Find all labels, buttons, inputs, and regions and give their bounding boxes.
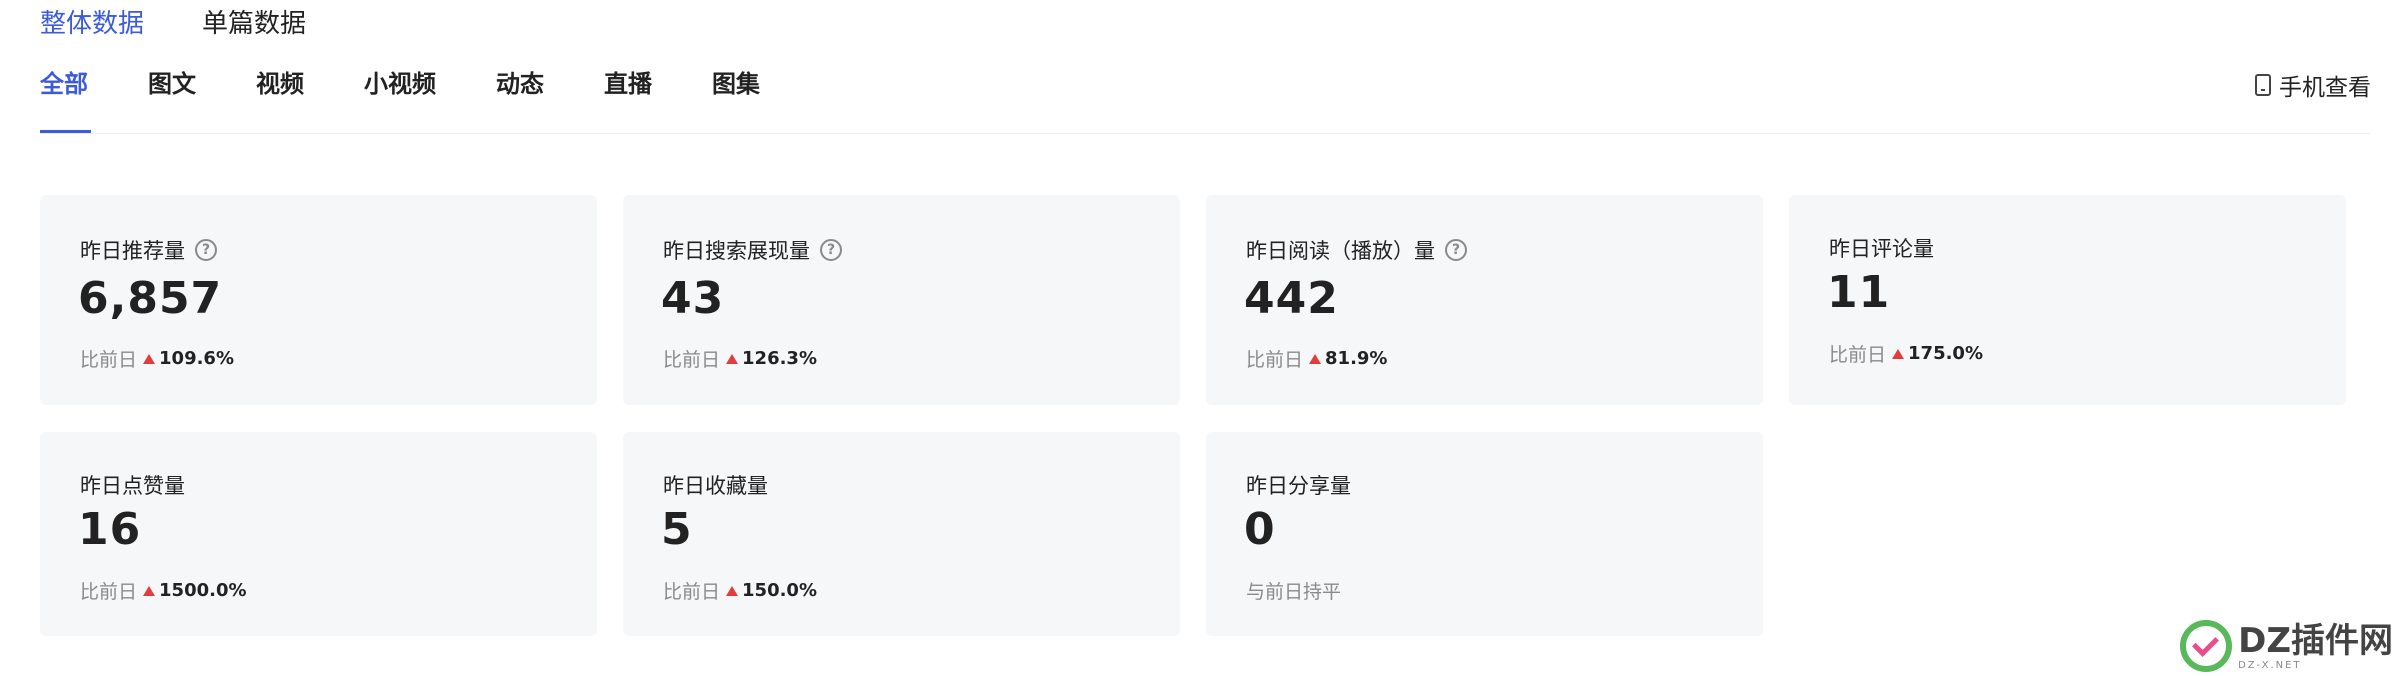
card-label: 昨日评论量 — [1829, 237, 1934, 261]
tab-all[interactable]: 全部 — [40, 66, 88, 102]
card-label: 昨日推荐量 — [80, 239, 185, 263]
tab-single-article-data[interactable]: 单篇数据 — [202, 6, 306, 42]
tab-live[interactable]: 直播 — [604, 66, 652, 102]
change-percent: 81.9% — [1325, 348, 1388, 369]
change-percent: 126.3% — [742, 348, 817, 369]
tab-short-video[interactable]: 小视频 — [364, 66, 436, 102]
tab-image-text[interactable]: 图文 — [148, 66, 196, 102]
content-type-tabs: 全部 图文 视频 小视频 动态 直播 图集 — [40, 66, 820, 102]
change-percent: 175.0% — [1908, 343, 1983, 364]
help-icon[interactable]: ? — [195, 239, 217, 261]
card-label: 昨日阅读（播放）量 — [1246, 239, 1435, 263]
trend-up-icon — [143, 585, 156, 596]
compare-label: 比前日 — [1246, 349, 1304, 371]
watermark: DZ插件网 DZ-X.NET — [2180, 620, 2393, 672]
dashboard: 整体数据 单篇数据 全部 图文 视频 小视频 动态 直播 图集 手机查看 昨日推… — [0, 0, 2401, 676]
stat-card-search-impressions: 昨日搜索展现量 ? 43 比前日 126.3% — [623, 195, 1180, 405]
help-icon[interactable]: ? — [1445, 239, 1467, 261]
stat-card-likes: 昨日点赞量 16 比前日 1500.0% — [40, 432, 597, 636]
stat-card-favorites: 昨日收藏量 5 比前日 150.0% — [623, 432, 1180, 636]
card-value: 11 — [1827, 267, 1891, 318]
card-value: 43 — [661, 273, 725, 324]
watermark-text: DZ插件网 — [2238, 620, 2393, 661]
compare-label: 与前日持平 — [1246, 581, 1342, 603]
change-percent: 109.6% — [159, 348, 234, 369]
tabs-divider — [40, 133, 2370, 134]
stat-card-recommend: 昨日推荐量 ? 6,857 比前日 109.6% — [40, 195, 597, 405]
watermark-logo-icon — [2180, 620, 2233, 672]
stat-card-shares: 昨日分享量 0 与前日持平 — [1206, 432, 1763, 636]
card-value: 5 — [661, 504, 693, 555]
watermark-subtext: DZ-X.NET — [2238, 659, 2302, 671]
mobile-view-button[interactable]: 手机查看 — [2255, 68, 2371, 102]
stat-card-reads: 昨日阅读（播放）量 ? 442 比前日 81.9% — [1206, 195, 1763, 405]
trend-up-icon — [1892, 348, 1905, 359]
compare-label: 比前日 — [80, 349, 138, 371]
top-tabs: 整体数据 单篇数据 — [40, 6, 306, 42]
tab-dynamic[interactable]: 动态 — [496, 66, 544, 102]
card-label: 昨日收藏量 — [663, 474, 768, 498]
card-label: 昨日点赞量 — [80, 474, 185, 498]
help-icon[interactable]: ? — [820, 239, 842, 261]
compare-label: 比前日 — [80, 581, 138, 603]
change-percent: 150.0% — [742, 580, 817, 601]
compare-label: 比前日 — [663, 581, 721, 603]
card-value: 6,857 — [78, 273, 223, 324]
card-label: 昨日搜索展现量 — [663, 239, 810, 263]
trend-up-icon — [1309, 353, 1322, 364]
trend-up-icon — [726, 585, 739, 596]
compare-label: 比前日 — [1829, 344, 1887, 366]
trend-up-icon — [726, 353, 739, 364]
card-value: 16 — [78, 504, 142, 555]
tab-gallery[interactable]: 图集 — [712, 66, 760, 102]
compare-label: 比前日 — [663, 349, 721, 371]
mobile-view-label: 手机查看 — [2279, 75, 2371, 101]
stat-card-comments: 昨日评论量 11 比前日 175.0% — [1789, 195, 2346, 405]
card-label: 昨日分享量 — [1246, 474, 1351, 498]
change-percent: 1500.0% — [159, 580, 247, 601]
trend-up-icon — [143, 353, 156, 364]
phone-icon — [2255, 74, 2271, 96]
tab-video[interactable]: 视频 — [256, 66, 304, 102]
tab-overall-data[interactable]: 整体数据 — [40, 6, 144, 42]
card-value: 0 — [1244, 504, 1276, 555]
card-value: 442 — [1244, 273, 1339, 324]
